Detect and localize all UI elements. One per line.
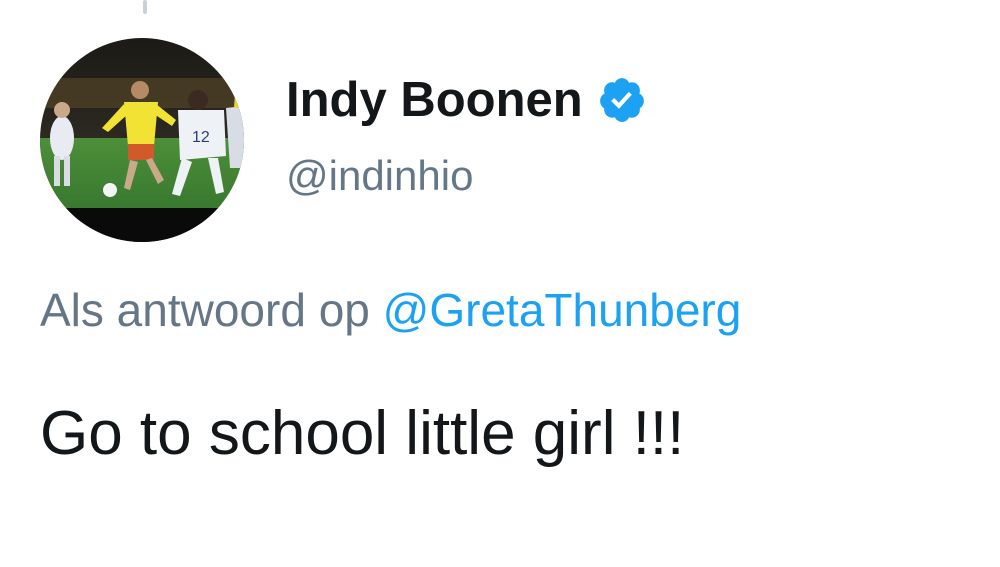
author-name-row: Indy Boonen bbox=[286, 70, 647, 130]
tweet-text: Go to school little girl !!! bbox=[40, 399, 685, 468]
reply-prefix: Als antwoord op bbox=[40, 284, 370, 336]
reply-mention-link[interactable]: @GretaThunberg bbox=[383, 284, 742, 336]
svg-text:12: 12 bbox=[192, 129, 210, 146]
thread-connector-line bbox=[143, 0, 147, 14]
verified-badge-icon bbox=[597, 75, 647, 125]
display-name[interactable]: Indy Boonen bbox=[286, 72, 583, 128]
author-handle[interactable]: @indinhio bbox=[286, 152, 473, 200]
tweet-card: 12 Indy Boonen @indinhio Als antwoord op… bbox=[0, 0, 1000, 567]
avatar-photo: 12 bbox=[40, 38, 244, 242]
reply-context: Als antwoord op @GretaThunberg bbox=[40, 283, 741, 337]
avatar[interactable]: 12 bbox=[40, 38, 244, 242]
